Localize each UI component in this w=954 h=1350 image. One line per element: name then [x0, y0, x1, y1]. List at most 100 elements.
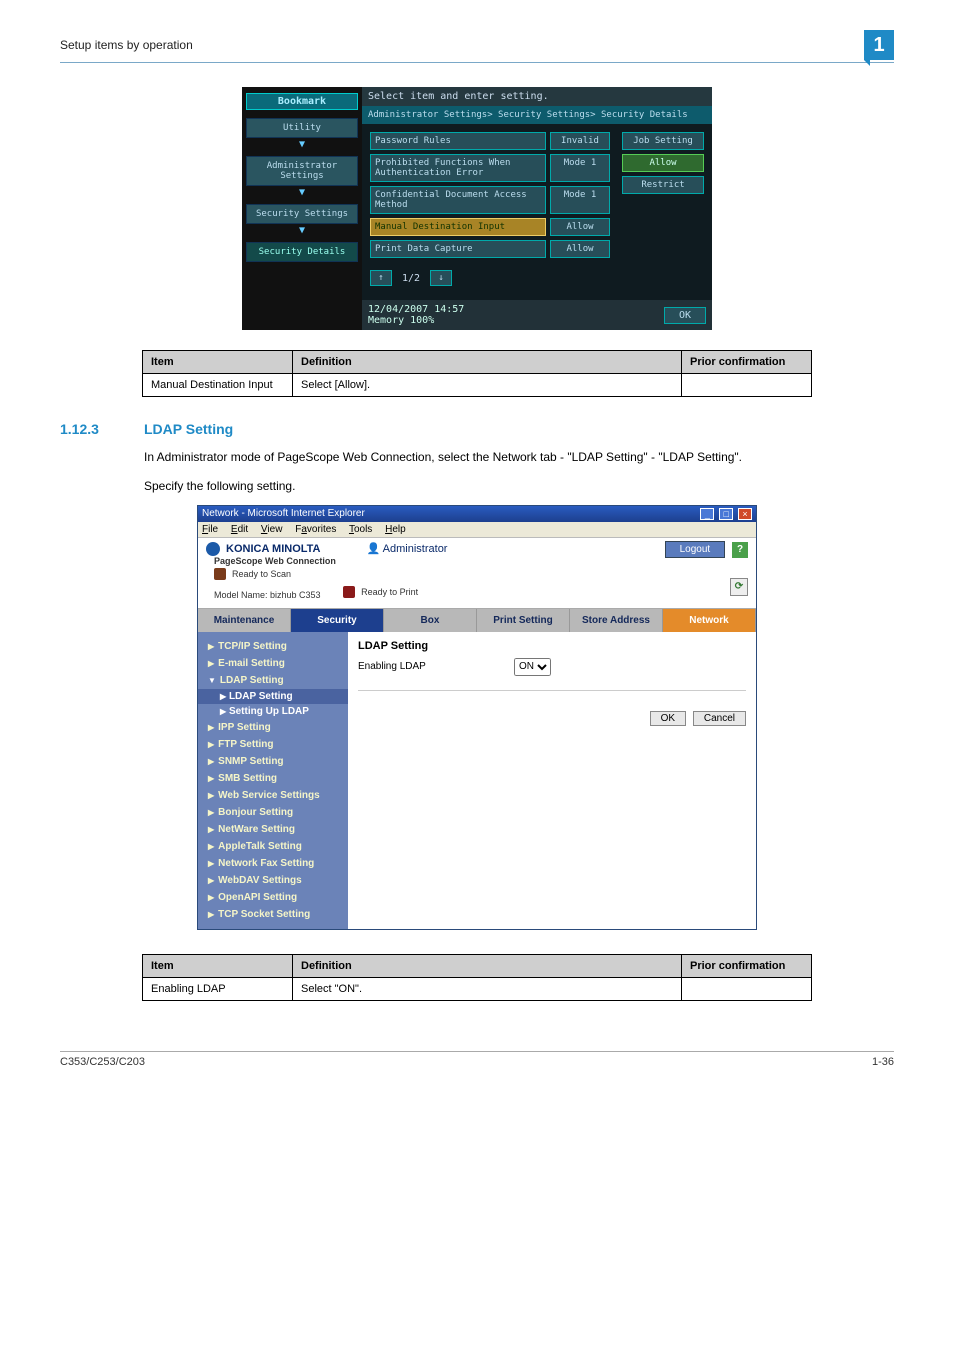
crumb-security-details[interactable]: Security Details [246, 242, 358, 262]
sidebar-sub-setting-up-ldap[interactable]: ▶ Setting Up LDAP [198, 704, 348, 719]
menu-edit[interactable]: Edit [231, 524, 248, 535]
close-icon[interactable]: × [738, 508, 752, 520]
scanner-icon [214, 568, 226, 580]
sidebar-network-fax[interactable]: ▶Network Fax Setting [198, 855, 348, 872]
definition-table-1: Item Definition Prior confirmation Manua… [142, 350, 812, 397]
tab-box[interactable]: Box [384, 609, 477, 632]
chapter-badge: 1 [864, 30, 894, 60]
admin-icon: 👤 [367, 543, 381, 555]
tab-store-address[interactable]: Store Address [570, 609, 663, 632]
th-item: Item [143, 351, 293, 374]
prohibited-functions-button[interactable]: Prohibited Functions When Authentication… [370, 154, 546, 182]
section-paragraph-2: Specify the following setting. [144, 478, 894, 495]
page-header-title: Setup items by operation [60, 38, 193, 52]
allow-button[interactable]: Allow [622, 154, 704, 172]
section-paragraph-1: In Administrator mode of PageScope Web C… [144, 449, 894, 466]
brand-icon [206, 542, 220, 556]
menu-tools[interactable]: Tools [349, 524, 372, 535]
sidebar-bonjour[interactable]: ▶Bonjour Setting [198, 804, 348, 821]
footer-left: C353/C253/C203 [60, 1056, 145, 1068]
restrict-button[interactable]: Restrict [622, 176, 704, 194]
bookmark-button[interactable]: Bookmark [246, 93, 358, 110]
td-item: Manual Destination Input [143, 374, 293, 397]
device-ok-button[interactable]: OK [664, 307, 706, 324]
sidebar-smb[interactable]: ▶SMB Setting [198, 770, 348, 787]
tab-security[interactable]: Security [291, 609, 384, 632]
manual-dest-value: Allow [550, 218, 610, 236]
td-definition: Select "ON". [293, 977, 682, 1000]
device-row: Password Rules Invalid [370, 132, 610, 150]
menu-file[interactable]: File [202, 524, 218, 535]
tab-maintenance[interactable]: Maintenance [198, 609, 291, 632]
tab-print-setting[interactable]: Print Setting [477, 609, 570, 632]
maximize-icon[interactable]: □ [719, 508, 733, 520]
browser-main: LDAP Setting Enabling LDAP ON OK Cancel [348, 632, 756, 929]
sidebar-sub-ldap-setting[interactable]: ▶ LDAP Setting [198, 689, 348, 704]
form-ok-button[interactable]: OK [650, 711, 686, 726]
browser-sidebar: ▶TCP/IP Setting ▶E-mail Setting ▼LDAP Se… [198, 632, 348, 929]
crumb-admin[interactable]: Administrator Settings [246, 156, 358, 186]
sidebar-snmp[interactable]: ▶SNMP Setting [198, 753, 348, 770]
page-up-button[interactable]: ↑ [370, 270, 392, 286]
tab-network[interactable]: Network [663, 609, 756, 632]
sidebar-ipp[interactable]: ▶IPP Setting [198, 719, 348, 736]
th-prior: Prior confirmation [682, 351, 812, 374]
confidential-doc-button[interactable]: Confidential Document Access Method [370, 186, 546, 214]
page-down-button[interactable]: ↓ [430, 270, 452, 286]
sidebar-email[interactable]: ▶E-mail Setting [198, 655, 348, 672]
help-icon[interactable]: ? [732, 542, 748, 558]
td-definition: Select [Allow]. [293, 374, 682, 397]
th-prior: Prior confirmation [682, 954, 812, 977]
device-path: Administrator Settings> Security Setting… [362, 106, 712, 124]
browser-menubar: File Edit View Favorites Tools Help [198, 522, 756, 538]
crumb-utility[interactable]: Utility [246, 118, 358, 138]
webconn-label: PageScope Web Connection [214, 556, 336, 566]
logout-button[interactable]: Logout [665, 541, 726, 558]
password-rules-button[interactable]: Password Rules [370, 132, 546, 150]
sidebar-web-service[interactable]: ▶Web Service Settings [198, 787, 348, 804]
section-title: LDAP Setting [144, 421, 233, 437]
menu-help[interactable]: Help [385, 524, 406, 535]
device-row: Prohibited Functions When Authentication… [370, 154, 610, 182]
device-row: Confidential Document Access Method Mode… [370, 186, 610, 214]
crumb-security-settings[interactable]: Security Settings [246, 204, 358, 224]
browser-title: Network - Microsoft Internet Explorer [202, 508, 365, 519]
section-number: 1.12.3 [60, 421, 120, 437]
form-cancel-button[interactable]: Cancel [693, 711, 746, 726]
sidebar-openapi[interactable]: ▶OpenAPI Setting [198, 889, 348, 906]
pager-label: 1/2 [396, 273, 426, 284]
prohibited-functions-value: Mode 1 [550, 154, 610, 182]
sidebar-ldap[interactable]: ▼LDAP Setting [198, 672, 348, 689]
device-pager: ↑ 1/2 ↓ [370, 270, 704, 286]
device-prompt: Select item and enter setting. [362, 87, 712, 106]
sidebar-tcp-socket[interactable]: ▶TCP Socket Setting [198, 906, 348, 923]
device-footer-info: 12/04/2007 14:57 Memory 100% [368, 304, 464, 326]
sidebar-ftp[interactable]: ▶FTP Setting [198, 736, 348, 753]
status-scan: Ready to Scan [232, 569, 291, 579]
model-label: Model Name: bizhub C353 [214, 590, 321, 600]
printer-icon [343, 586, 355, 598]
sidebar-tcpip[interactable]: ▶TCP/IP Setting [198, 638, 348, 655]
browser-titlebar: Network - Microsoft Internet Explorer _ … [198, 506, 756, 522]
td-prior [682, 374, 812, 397]
job-setting-button[interactable]: Job Setting [622, 132, 704, 150]
menu-favorites[interactable]: Favorites [295, 524, 336, 535]
td-prior [682, 977, 812, 1000]
device-panel: Bookmark Utility ▼ Administrator Setting… [242, 87, 712, 330]
sidebar-netware[interactable]: ▶NetWare Setting [198, 821, 348, 838]
admin-label: Administrator [383, 543, 448, 555]
sidebar-webdav[interactable]: ▶WebDAV Settings [198, 872, 348, 889]
password-rules-value: Invalid [550, 132, 610, 150]
form-title: LDAP Setting [358, 640, 746, 652]
confidential-doc-value: Mode 1 [550, 186, 610, 214]
minimize-icon[interactable]: _ [700, 508, 714, 520]
manual-dest-button[interactable]: Manual Destination Input [370, 218, 546, 236]
brand-name: KONICA MINOLTA [226, 543, 321, 555]
enabling-ldap-select[interactable]: ON [514, 658, 551, 676]
sidebar-appletalk[interactable]: ▶AppleTalk Setting [198, 838, 348, 855]
device-row: Print Data Capture Allow [370, 240, 610, 258]
print-data-capture-button[interactable]: Print Data Capture [370, 240, 546, 258]
chevron-down-icon: ▼ [246, 226, 358, 236]
menu-view[interactable]: View [261, 524, 283, 535]
refresh-icon[interactable]: ⟳ [730, 578, 748, 596]
